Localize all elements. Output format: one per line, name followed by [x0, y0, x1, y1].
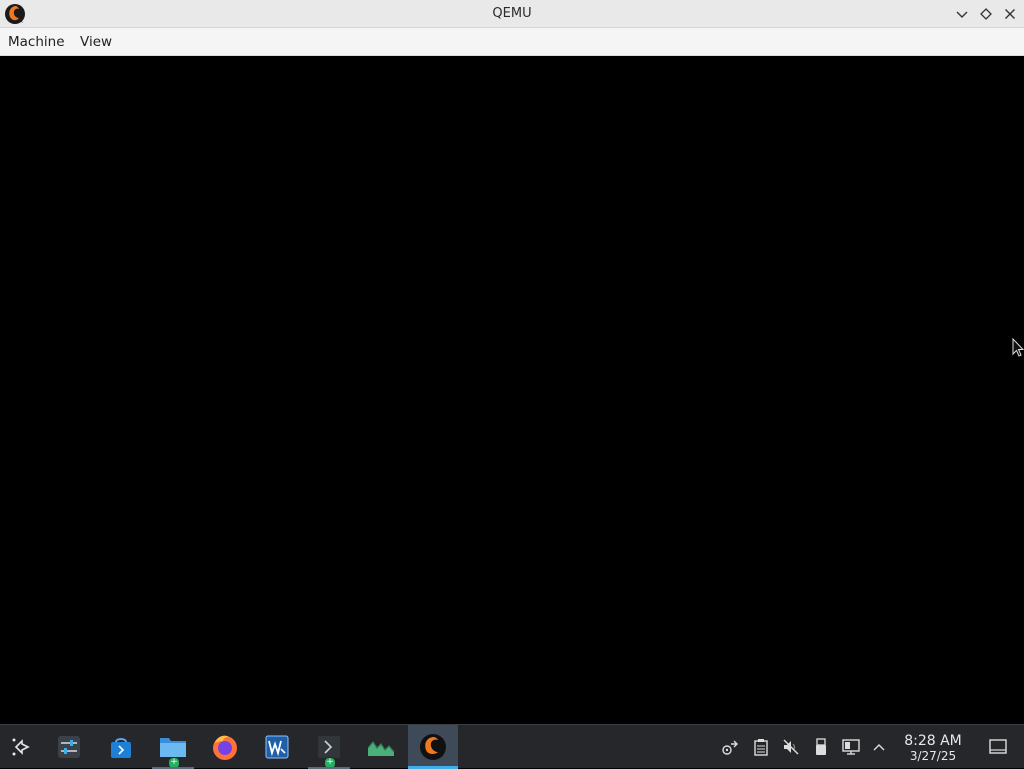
maximize-button[interactable] — [977, 5, 995, 23]
volume-button[interactable] — [781, 737, 801, 757]
menu-view[interactable]: View — [80, 34, 112, 50]
show-desktop-icon — [989, 739, 1007, 754]
clipboard-button[interactable] — [751, 737, 771, 757]
chevron-up-icon — [873, 744, 885, 751]
usb-device-button[interactable] — [811, 737, 831, 757]
taskbar: + + 8:28 AM 3/27/25 — [0, 724, 1024, 769]
application-launcher-icon — [12, 738, 30, 756]
qemu-taskbar-button[interactable] — [408, 725, 458, 769]
tray-expand-button[interactable] — [869, 737, 889, 757]
discover-store-icon — [111, 738, 131, 758]
volume-muted-icon — [783, 739, 799, 755]
terminal-button[interactable]: + — [304, 725, 354, 769]
menubar: Machine View — [0, 28, 1024, 56]
display-button[interactable] — [841, 737, 861, 757]
clock-date: 3/27/25 — [909, 749, 957, 763]
firefox-button[interactable] — [200, 725, 250, 769]
display-icon — [842, 739, 860, 755]
close-icon — [1005, 9, 1015, 19]
writer-button[interactable] — [252, 725, 302, 769]
show-desktop-button[interactable] — [988, 737, 1008, 757]
chevron-down-icon — [956, 11, 968, 18]
firefox-icon — [213, 735, 237, 760]
add-badge-icon: + — [168, 757, 180, 769]
system-settings-icon — [58, 736, 80, 758]
file-manager-button[interactable]: + — [148, 725, 198, 769]
mouse-cursor-icon — [1012, 337, 1024, 358]
vm-display[interactable] — [0, 56, 1024, 724]
system-monitor-button[interactable] — [356, 725, 406, 769]
qemu-icon — [420, 734, 446, 760]
discover-store-button[interactable] — [96, 725, 146, 769]
network-button[interactable] — [720, 737, 740, 757]
clock-time: 8:28 AM — [904, 733, 962, 749]
window-title: QEMU — [492, 6, 532, 21]
window-titlebar[interactable]: QEMU — [0, 0, 1024, 28]
close-button[interactable] — [1001, 5, 1019, 23]
menu-machine[interactable]: Machine — [8, 34, 65, 50]
digital-clock[interactable]: 8:28 AM 3/27/25 — [896, 733, 970, 763]
add-badge-icon: + — [324, 757, 336, 769]
network-icon — [722, 740, 738, 755]
system-monitor-icon — [367, 740, 395, 756]
application-launcher-button[interactable] — [0, 725, 44, 769]
minimize-button[interactable] — [953, 5, 971, 23]
writer-icon — [265, 735, 289, 759]
diamond-icon — [980, 8, 992, 20]
usb-device-icon — [816, 738, 826, 755]
clipboard-icon — [754, 739, 768, 756]
system-settings-button[interactable] — [44, 725, 94, 769]
